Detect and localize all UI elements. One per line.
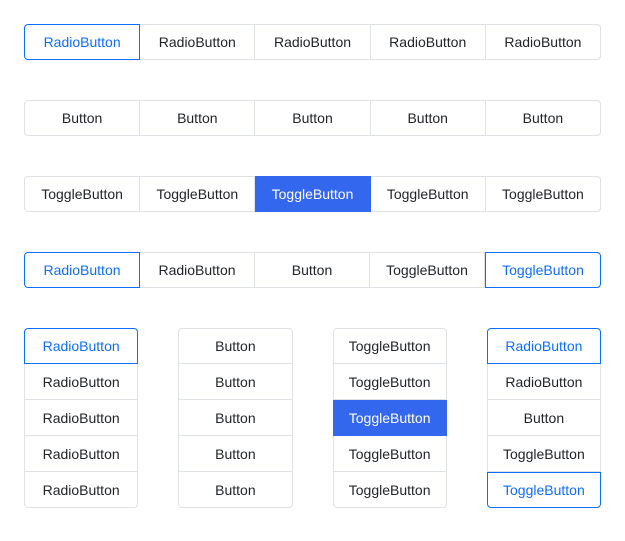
radio-button-group-horizontal: RadioButton RadioButton RadioButton Radi… (24, 24, 601, 60)
toggle-button[interactable]: ToggleButton (333, 364, 447, 400)
button[interactable]: Button (371, 100, 486, 136)
button[interactable]: Button (140, 100, 255, 136)
radio-button[interactable]: RadioButton (487, 364, 601, 400)
radio-button-group-vertical: RadioButton RadioButton RadioButton Radi… (24, 328, 138, 508)
button[interactable]: Button (486, 100, 601, 136)
toggle-button[interactable]: ToggleButton (485, 252, 601, 288)
button-group-vertical: Button Button Button Button Button (178, 328, 292, 508)
toggle-button[interactable]: ToggleButton (24, 176, 140, 212)
radio-button[interactable]: RadioButton (486, 24, 601, 60)
button[interactable]: Button (255, 100, 370, 136)
button[interactable]: Button (24, 100, 140, 136)
button[interactable]: Button (178, 472, 292, 508)
radio-button[interactable]: RadioButton (255, 24, 370, 60)
radio-button[interactable]: RadioButton (371, 24, 486, 60)
button-group-horizontal: Button Button Button Button Button (24, 100, 601, 136)
toggle-button[interactable]: ToggleButton (255, 176, 370, 212)
mixed-button-group-horizontal: RadioButton RadioButton Button ToggleBut… (24, 252, 601, 288)
radio-button[interactable]: RadioButton (487, 328, 601, 364)
radio-button[interactable]: RadioButton (24, 364, 138, 400)
radio-button[interactable]: RadioButton (24, 328, 138, 364)
button[interactable]: Button (178, 328, 292, 364)
toggle-button-group-horizontal: ToggleButton ToggleButton ToggleButton T… (24, 176, 601, 212)
radio-button[interactable]: RadioButton (140, 24, 255, 60)
mixed-button-group-vertical: RadioButton RadioButton Button ToggleBut… (487, 328, 601, 508)
toggle-button-group-vertical: ToggleButton ToggleButton ToggleButton T… (333, 328, 447, 508)
button[interactable]: Button (178, 400, 292, 436)
radio-button[interactable]: RadioButton (24, 472, 138, 508)
toggle-button[interactable]: ToggleButton (487, 436, 601, 472)
radio-button[interactable]: RadioButton (24, 436, 138, 472)
radio-button[interactable]: RadioButton (140, 252, 255, 288)
toggle-button[interactable]: ToggleButton (333, 328, 447, 364)
toggle-button[interactable]: ToggleButton (486, 176, 601, 212)
button[interactable]: Button (255, 252, 370, 288)
toggle-button[interactable]: ToggleButton (370, 252, 485, 288)
radio-button[interactable]: RadioButton (24, 24, 140, 60)
radio-button[interactable]: RadioButton (24, 252, 140, 288)
button[interactable]: Button (178, 436, 292, 472)
button[interactable]: Button (178, 364, 292, 400)
toggle-button[interactable]: ToggleButton (333, 472, 447, 508)
toggle-button[interactable]: ToggleButton (487, 472, 601, 508)
toggle-button[interactable]: ToggleButton (140, 176, 255, 212)
vertical-groups-row: RadioButton RadioButton RadioButton Radi… (24, 328, 601, 508)
toggle-button[interactable]: ToggleButton (333, 436, 447, 472)
button[interactable]: Button (487, 400, 601, 436)
toggle-button[interactable]: ToggleButton (371, 176, 486, 212)
radio-button[interactable]: RadioButton (24, 400, 138, 436)
toggle-button[interactable]: ToggleButton (333, 400, 447, 436)
